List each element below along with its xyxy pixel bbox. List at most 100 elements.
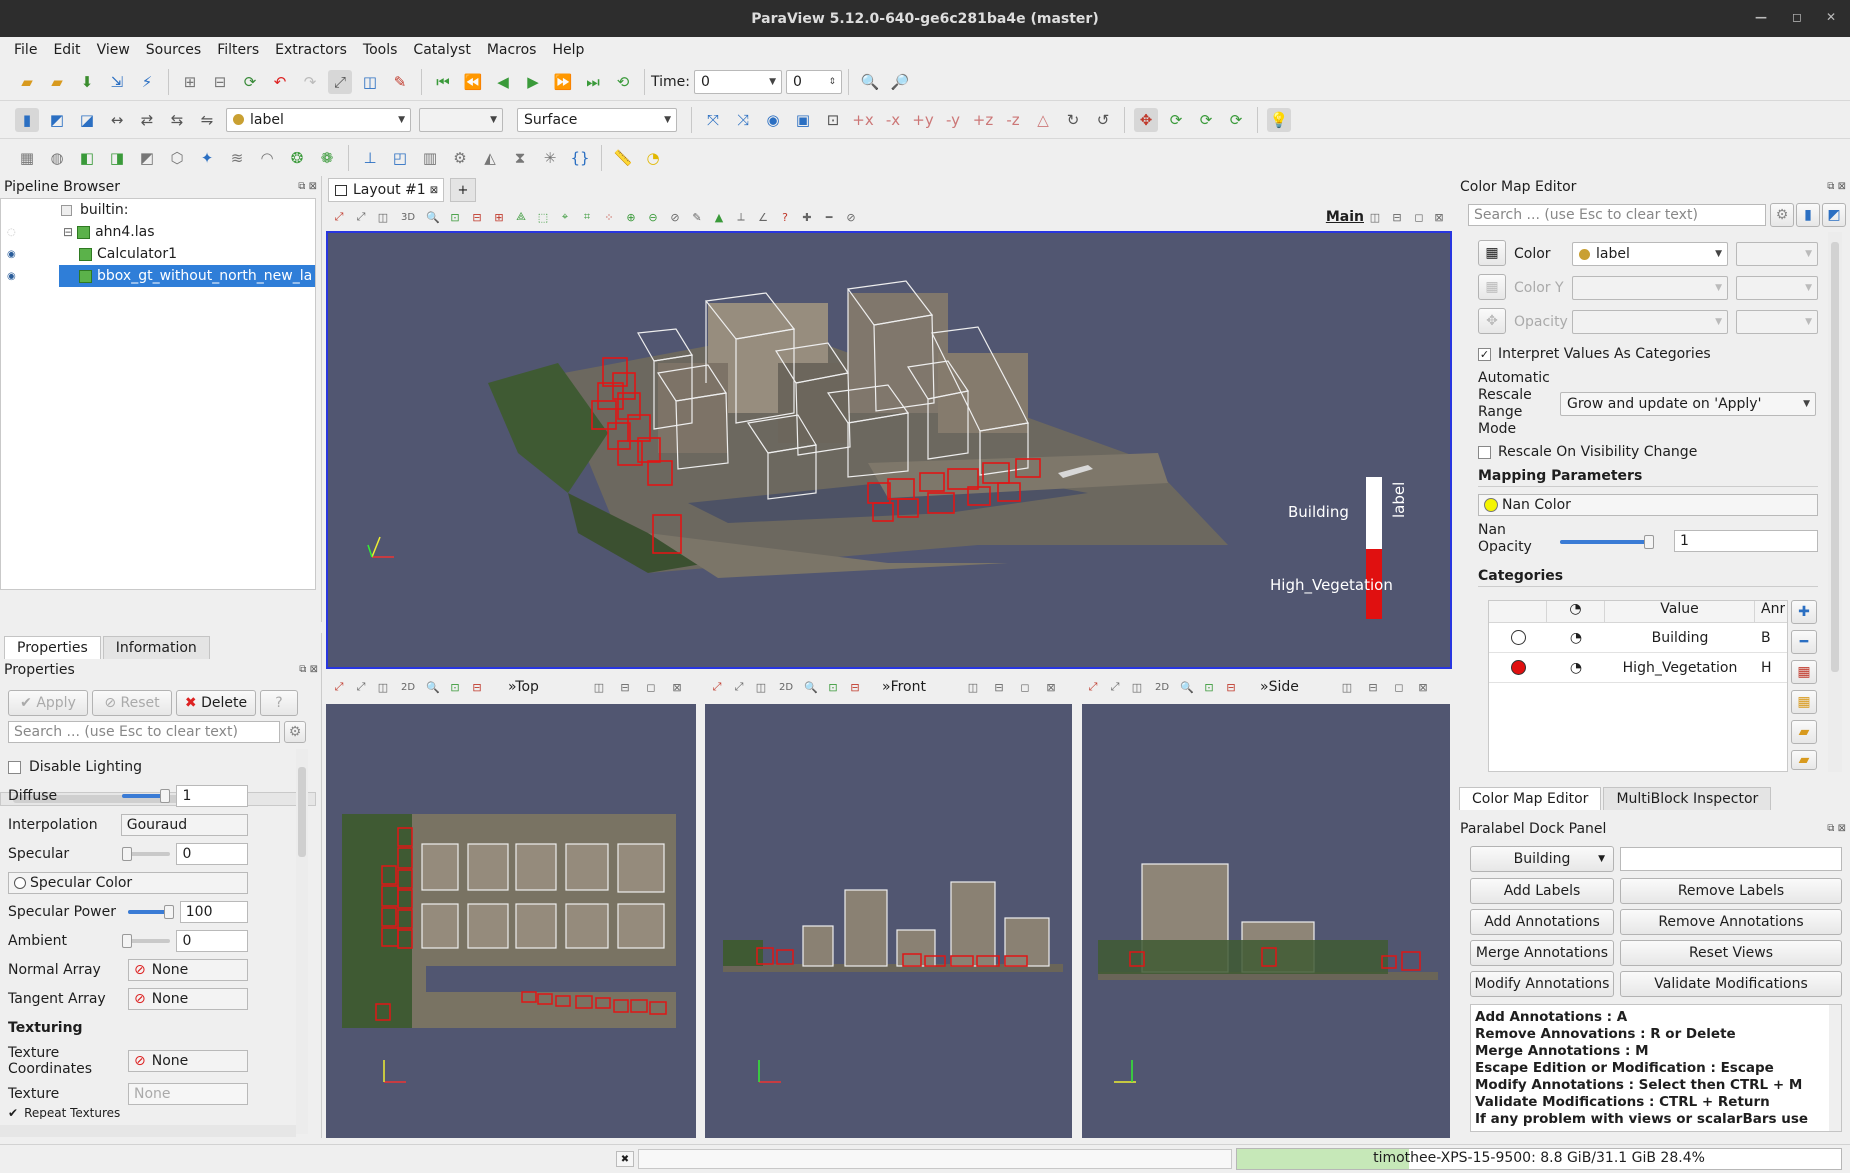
ambient-input[interactable]: 0 xyxy=(176,930,248,952)
select-cells-icon[interactable]: ⊡ xyxy=(1200,678,1218,696)
representation-select[interactable]: Surface ▼ xyxy=(517,107,677,132)
camera-icon[interactable]: ◫ xyxy=(358,70,382,94)
find-data-icon[interactable]: 🔍 xyxy=(858,70,882,94)
merge-annotations-button[interactable]: Merge Annotations xyxy=(1470,940,1614,966)
tab-color-map-editor[interactable]: Color Map Editor xyxy=(1459,787,1602,810)
warp-vector-icon[interactable]: ◠ xyxy=(255,146,279,170)
next-frame-icon[interactable]: ⏩ xyxy=(551,70,575,94)
contour-icon[interactable]: ◍ xyxy=(45,146,69,170)
color-array-select[interactable]: label ▼ xyxy=(226,107,411,132)
screenshot-icon[interactable]: ◫ xyxy=(1128,678,1146,696)
modify-annotations-button[interactable]: Modify Annotations xyxy=(1470,971,1614,997)
plus-icon[interactable]: ✚ xyxy=(798,208,816,226)
split-vertical-icon[interactable]: ⊟ xyxy=(616,678,634,696)
reset-views-button[interactable]: Reset Views xyxy=(1620,940,1842,966)
remove-category-icon[interactable]: ━ xyxy=(1791,630,1817,654)
server-icon[interactable]: ⊟ xyxy=(208,70,232,94)
opacity-icon[interactable]: ◔ xyxy=(1547,630,1605,646)
last-frame-icon[interactable]: ⏭ xyxy=(581,70,605,94)
hover-points-icon[interactable]: ⌗ xyxy=(578,208,596,226)
color-array-select[interactable]: label ▼ xyxy=(1572,242,1728,266)
minus-icon[interactable]: ━ xyxy=(820,208,838,226)
plot-over-line-icon[interactable]: ⊥ xyxy=(358,146,382,170)
tab-layout-1[interactable]: Layout #1 ⊠ xyxy=(328,178,444,202)
isometric-view-icon[interactable]: △ xyxy=(1031,108,1055,132)
rescale-temporal-icon[interactable]: ⇄ xyxy=(135,108,159,132)
apply-button[interactable]: ✔ Apply xyxy=(8,690,88,716)
menu-filters[interactable]: Filters xyxy=(209,42,267,58)
collapse-icon[interactable]: ⊟ xyxy=(63,225,73,239)
close-view-icon[interactable]: ⊠ xyxy=(1042,678,1060,696)
color-y-component-select[interactable]: ▼ xyxy=(1736,276,1818,300)
texture-select[interactable]: None xyxy=(128,1083,248,1105)
horizontal-scrollbar[interactable] xyxy=(0,1125,296,1137)
label-name-input[interactable] xyxy=(1620,847,1842,871)
reset-closest-icon[interactable]: ⤨ xyxy=(731,108,755,132)
menu-catalyst[interactable]: Catalyst xyxy=(405,42,478,58)
view-plus-x-icon[interactable]: +x xyxy=(851,108,875,132)
main-view-label[interactable]: Main xyxy=(1326,209,1364,225)
menu-view[interactable]: View xyxy=(89,42,138,58)
zoom-to-box-icon[interactable]: 🔍 xyxy=(424,208,442,226)
diffuse-slider[interactable] xyxy=(122,789,171,803)
minimize-icon[interactable]: — xyxy=(1755,10,1767,24)
properties-search-input[interactable]: Search ... (use Esc to clear text) xyxy=(8,721,280,743)
menu-extractors[interactable]: Extractors xyxy=(267,42,355,58)
spreadsheet-find-icon[interactable]: 🔎 xyxy=(888,70,912,94)
capture-view-icon[interactable]: ⤢ xyxy=(1084,678,1102,696)
disconnect-icon[interactable]: ⊞ xyxy=(178,70,202,94)
help-button[interactable]: ? xyxy=(260,690,298,716)
gradient-icon[interactable]: ◭ xyxy=(478,146,502,170)
ruler-icon[interactable]: 📏 xyxy=(611,146,635,170)
open-folder-icon[interactable]: ▰ xyxy=(15,70,39,94)
category-row[interactable]: ◔ High_Vegetation H xyxy=(1489,653,1787,683)
interpolation-select[interactable]: Gouraud xyxy=(120,814,248,836)
extract-subset-icon[interactable]: ⬡ xyxy=(165,146,189,170)
view-mode-2d[interactable]: 2D xyxy=(774,678,798,696)
hover-cells-icon[interactable]: ⁘ xyxy=(600,208,618,226)
clip-icon[interactable]: ◧ xyxy=(75,146,99,170)
side-view-label[interactable]: »Side xyxy=(1260,679,1299,695)
save-state-icon[interactable]: ⇲ xyxy=(105,70,129,94)
capture-view-icon[interactable]: ⤢ xyxy=(330,678,348,696)
annotate-time-icon[interactable]: ⧗ xyxy=(508,146,532,170)
view-minus-y-icon[interactable]: -y xyxy=(941,108,965,132)
category-color-swatch[interactable] xyxy=(1510,630,1526,645)
rotate-minus-90-icon[interactable]: ↺ xyxy=(1091,108,1115,132)
category-color-swatch[interactable] xyxy=(1510,660,1526,675)
color-map-editor-icon[interactable]: ◩ xyxy=(45,108,69,132)
slice-icon[interactable]: ◨ xyxy=(105,146,129,170)
memory-usage-bar[interactable]: timothee-XPS-15-9500: 8.8 GiB/31.1 GiB 2… xyxy=(1236,1148,1842,1170)
view-mode-2d[interactable]: 2D xyxy=(396,678,420,696)
link-camera-icon[interactable]: ⤢ xyxy=(352,678,370,696)
first-frame-icon[interactable]: ⏮ xyxy=(431,70,455,94)
tab-information[interactable]: Information xyxy=(102,636,210,659)
add-point-icon[interactable]: ▲ xyxy=(710,208,728,226)
view-minus-x-icon[interactable]: -x xyxy=(881,108,905,132)
zoom-box-icon[interactable]: ▣ xyxy=(791,108,815,132)
grow-selection-icon[interactable]: ⊕ xyxy=(622,208,640,226)
dock-float-close-icon[interactable]: ⧉ ⊠ xyxy=(1827,823,1846,834)
show-orientation-icon[interactable]: ⟳ xyxy=(1224,108,1248,132)
clear-selection-icon[interactable]: ⊘ xyxy=(666,208,684,226)
add-annotations-button[interactable]: Add Annotations xyxy=(1470,909,1614,935)
close-view-icon[interactable]: ⊠ xyxy=(1430,208,1448,226)
dock-float-close-icon[interactable]: ⧉ ⊠ xyxy=(1827,181,1846,192)
split-vertical-icon[interactable]: ⊟ xyxy=(990,678,1008,696)
remove-annotations-button[interactable]: Remove Annotations xyxy=(1620,909,1842,935)
maximize-view-icon[interactable]: ◻ xyxy=(1390,678,1408,696)
link-camera-icon[interactable]: ⤢ xyxy=(730,678,748,696)
add-category-icon[interactable]: ✚ xyxy=(1791,600,1817,624)
nan-opacity-input[interactable]: 1 xyxy=(1674,530,1818,552)
specular-slider[interactable] xyxy=(122,847,171,861)
auto-rescale-select[interactable]: Grow and update on 'Apply' ▼ xyxy=(1560,392,1816,416)
edit-ruler-icon[interactable]: ✎ xyxy=(688,208,706,226)
eye-hidden-icon[interactable]: ◌ xyxy=(7,227,16,238)
histogram-icon[interactable]: ▥ xyxy=(418,146,442,170)
select-frustum-icon[interactable]: ⊞ xyxy=(490,208,508,226)
close-tab-icon[interactable]: ⊠ xyxy=(430,185,438,196)
undo-icon[interactable]: ↶ xyxy=(268,70,292,94)
remove-labels-button[interactable]: Remove Labels xyxy=(1620,878,1842,904)
specular-input[interactable]: 0 xyxy=(176,843,248,865)
save-preset-icon[interactable]: ▦ xyxy=(1791,690,1817,714)
